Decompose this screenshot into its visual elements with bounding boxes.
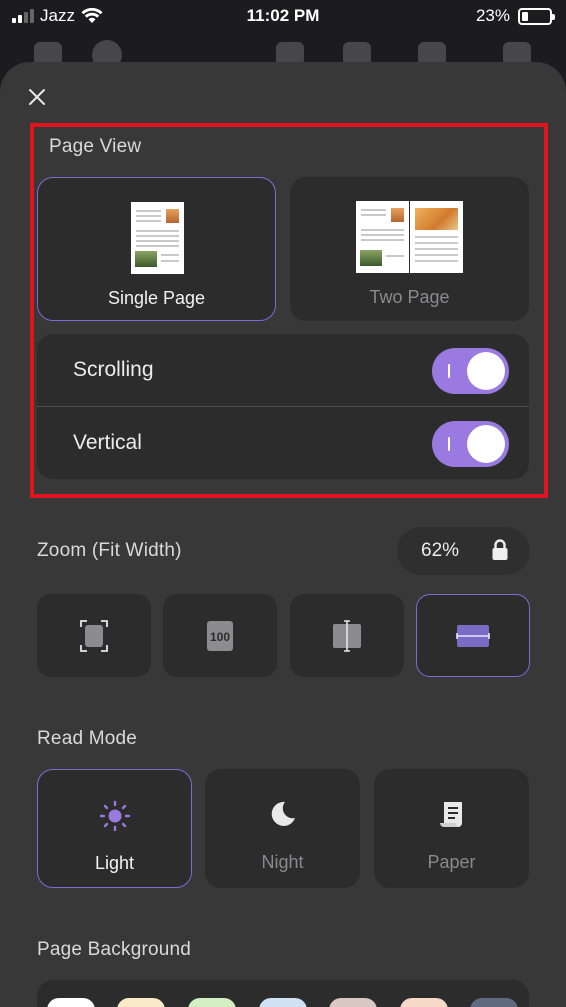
actual-size-icon: 100 bbox=[207, 620, 233, 651]
actual-size-text: 100 bbox=[210, 630, 230, 644]
page-view-highlight bbox=[30, 123, 548, 498]
swatch-white[interactable] bbox=[47, 998, 95, 1007]
battery-percent: 23% bbox=[475, 6, 510, 25]
fit-width-icon bbox=[456, 624, 490, 647]
zoom-title: Zoom (Fit Width) bbox=[37, 540, 182, 561]
battery-level bbox=[522, 11, 528, 21]
read-mode-light[interactable]: Light bbox=[37, 769, 192, 888]
settings-sheet: Page View Single Page Two Page Scrolling… bbox=[0, 62, 566, 1007]
status-bar: Jazz 11:02 PM 23% bbox=[0, 0, 566, 34]
read-mode-night-label: Night bbox=[261, 852, 304, 872]
zoom-value-pill[interactable]: 62% bbox=[397, 527, 530, 575]
zoom-value: 62% bbox=[421, 540, 460, 561]
swatch-rose[interactable] bbox=[329, 998, 377, 1007]
scroll-icon bbox=[439, 802, 462, 827]
battery-icon bbox=[518, 7, 555, 25]
read-mode-light-label: Light bbox=[94, 853, 135, 873]
sun-icon bbox=[99, 800, 130, 832]
read-mode-paper-label: Paper bbox=[427, 852, 476, 872]
moon-icon bbox=[271, 801, 295, 826]
fit-height-icon bbox=[333, 619, 361, 652]
swatch-green[interactable] bbox=[188, 998, 236, 1007]
swatch-peach[interactable] bbox=[400, 998, 448, 1007]
read-mode-paper[interactable]: Paper bbox=[374, 769, 529, 888]
page-background-swatches bbox=[37, 980, 529, 1007]
fit-height-button[interactable] bbox=[290, 594, 404, 677]
swatch-cream[interactable] bbox=[117, 998, 165, 1007]
read-mode-title: Read Mode bbox=[37, 728, 138, 749]
status-right: 23% bbox=[475, 6, 555, 26]
lock-icon bbox=[492, 539, 508, 560]
fit-page-button[interactable] bbox=[37, 594, 151, 677]
fit-width-button[interactable] bbox=[416, 594, 530, 677]
page-background-title: Page Background bbox=[37, 939, 192, 960]
read-mode-night[interactable]: Night bbox=[205, 769, 360, 888]
fit-page-icon bbox=[80, 619, 108, 652]
close-icon[interactable] bbox=[24, 84, 50, 110]
swatch-blue[interactable] bbox=[259, 998, 307, 1007]
swatch-slate[interactable] bbox=[470, 998, 518, 1007]
actual-size-button[interactable]: 100 bbox=[163, 594, 277, 677]
